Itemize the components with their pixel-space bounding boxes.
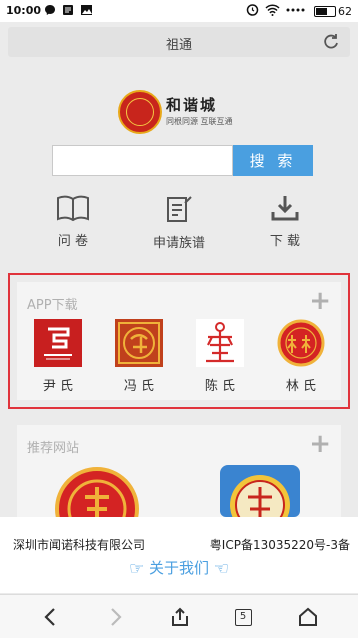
page-title[interactable]: 祖通 [8, 34, 350, 53]
edit-document-icon [134, 194, 224, 224]
pointing-hand-right-icon: ☞ [128, 558, 145, 579]
add-icon[interactable]: + [309, 431, 331, 457]
quick-link-survey[interactable]: 问 卷 [28, 194, 118, 249]
search-button[interactable]: 搜 索 [233, 145, 313, 176]
quick-link-label: 问 卷 [57, 234, 89, 249]
pointing-hand-left-icon: ☜ [213, 558, 230, 579]
notification-icon [62, 4, 74, 20]
footer-icp: 粤ICP备13035220号-3备 [209, 538, 350, 552]
logo-seal [118, 90, 162, 134]
search-input[interactable] [52, 145, 233, 176]
site-logo: 和谐城 同根同源 互联互通 [118, 90, 242, 136]
tab-count: 5 [234, 608, 252, 626]
footer-company: 深圳市闻诺科技有限公司 [13, 538, 146, 552]
quick-link-label: 下 载 [269, 234, 301, 249]
browser-address-bar[interactable]: 祖通 [8, 27, 350, 57]
image-icon [80, 4, 93, 20]
signal-icon [286, 5, 308, 19]
battery-level [316, 8, 327, 15]
recommended-site-1[interactable] [55, 467, 139, 517]
quick-link-label: 申请族谱 [152, 236, 205, 251]
app-section-highlight [8, 273, 350, 409]
book-icon [28, 194, 118, 222]
back-icon[interactable] [38, 605, 62, 629]
status-bar: 10:00 62 [0, 0, 358, 22]
forward-icon[interactable] [104, 605, 128, 629]
download-icon [240, 194, 330, 222]
browser-bottom-nav: 5 [0, 594, 358, 638]
logo-wordmark: 和谐城 [166, 96, 218, 114]
section-title: 推荐网站 [27, 441, 80, 456]
status-time: 10:00 [6, 4, 42, 17]
page-footer: 深圳市闻诺科技有限公司 粤ICP备13035220号-3备 ☞ 关于我们 ☜ [0, 517, 358, 593]
about-us-link[interactable]: ☞ 关于我们 ☜ [0, 557, 358, 579]
alarm-icon [246, 3, 259, 20]
reload-icon[interactable] [322, 32, 340, 50]
wifi-icon [265, 3, 280, 20]
recommended-site-2[interactable] [220, 465, 300, 517]
home-icon[interactable] [296, 605, 320, 629]
logo-tagline: 同根同源 互联互通 [166, 117, 233, 126]
share-icon[interactable] [168, 605, 192, 629]
about-us-label: 关于我们 [148, 559, 209, 577]
battery-percent: 62 [338, 5, 352, 18]
messenger-icon [44, 4, 56, 20]
tabs-button[interactable]: 5 [231, 605, 255, 629]
search-box: 搜 索 [52, 145, 313, 176]
quick-link-download[interactable]: 下 载 [240, 194, 330, 249]
battery-indicator: 62 [314, 5, 352, 18]
quick-link-apply-genealogy[interactable]: 申请族谱 [134, 194, 224, 251]
